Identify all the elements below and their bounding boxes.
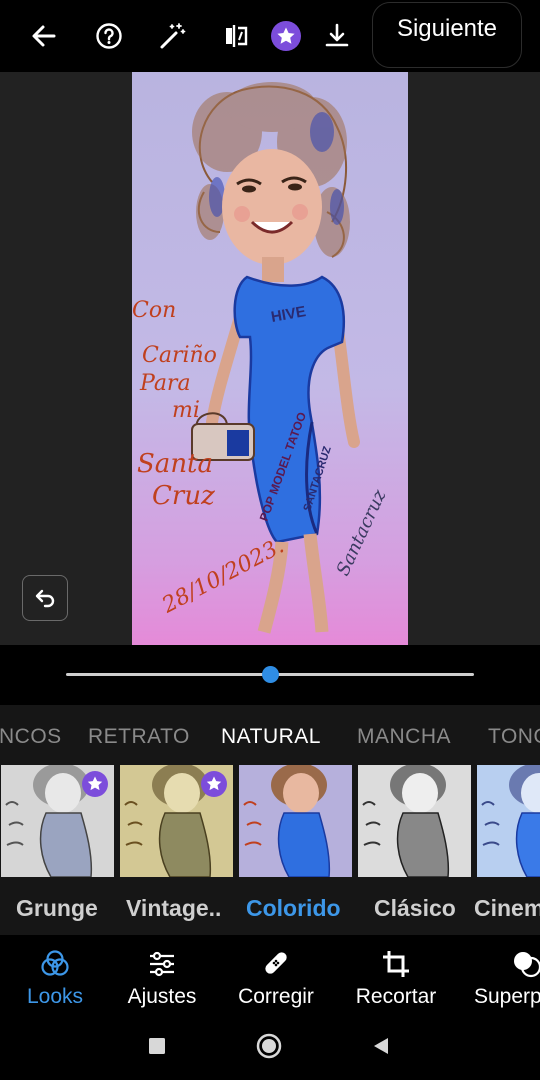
art-text-line: Santa [137,449,213,479]
art-text-line: Con [132,298,176,323]
nav-label: Ajustes [127,985,197,1008]
look-thumb-cinema[interactable] [477,765,540,877]
nav-label: Recortar [355,985,437,1008]
undo-button[interactable] [22,575,68,621]
premium-star-icon[interactable] [266,16,306,56]
overlay-icon [514,952,540,978]
look-label-cinema[interactable]: Cinem [474,895,540,922]
premium-star-icon [201,771,227,797]
art-text-line: Cariño [142,343,217,368]
nav-label: Corregir [238,985,314,1008]
look-label-vintage[interactable]: Vintage.. [126,895,221,922]
top-toolbar: Siguiente [0,0,540,72]
undo-icon [35,589,55,608]
thumb-image [358,765,471,877]
help-icon[interactable] [89,16,129,56]
system-navigation-bar [0,1011,540,1080]
look-thumb-colorido[interactable] [239,765,352,877]
art-text-line: Para [139,371,191,396]
download-icon[interactable] [317,16,357,56]
look-label-grunge[interactable]: Grunge [16,895,98,922]
magic-wand-icon[interactable] [152,16,192,56]
bandage-icon [265,952,287,974]
photo-canvas[interactable]: Con Cariño Para mi Santa Cruz 28/10/2023… [0,72,540,645]
slider-handle[interactable] [262,666,279,683]
nav-label: Looks [26,985,84,1008]
back-triangle-icon[interactable] [366,1031,396,1061]
tab-retrato[interactable]: RETRATO [88,725,190,749]
sliders-icon [150,951,174,977]
looks-labels: Grunge Vintage.. Colorido Clásico Cinem [0,879,540,935]
looks-circles-icon [41,950,69,976]
tab-mancha[interactable]: MANCHA [357,725,451,749]
look-label-colorido[interactable]: Colorido [246,895,341,922]
nav-looks[interactable]: Looks [20,935,90,1011]
artwork-image: Con Cariño Para mi Santa Cruz 28/10/2023… [132,72,408,645]
crop-icon [383,951,409,977]
nav-recortar[interactable]: Recortar [348,935,444,1011]
look-label-clasico[interactable]: Clásico [374,895,456,922]
look-thumb-grunge[interactable] [1,765,114,877]
tab-natural[interactable]: NATURAL [221,725,321,749]
nav-ajustes[interactable]: Ajustes [122,935,202,1011]
intensity-slider[interactable] [0,645,540,705]
nav-superponer[interactable]: Superp [474,935,540,1011]
art-text-line: Cruz [152,481,215,511]
premium-star-icon [82,771,108,797]
compare-icon[interactable] [216,16,256,56]
back-arrow-icon[interactable] [24,16,64,56]
look-thumb-vintage[interactable] [120,765,233,877]
recents-square-icon[interactable] [142,1031,172,1061]
art-text-line: mi [172,398,200,423]
nav-corregir[interactable]: Corregir [230,935,322,1011]
thumb-image [239,765,352,877]
tab-ncos[interactable]: NCOS [0,725,62,749]
looks-category-tabs: NCOS RETRATO NATURAL MANCHA TONO [0,705,540,763]
thumb-image [477,765,540,877]
next-button[interactable]: Siguiente [372,2,522,68]
look-thumb-clasico[interactable] [358,765,471,877]
looks-thumbnails [0,763,540,879]
bottom-tool-nav: Looks Ajustes Corregir Recortar Superp [0,935,540,1011]
nav-label: Superp [474,985,540,1008]
home-circle-icon[interactable] [254,1031,284,1061]
tab-tono[interactable]: TONO [488,725,540,749]
